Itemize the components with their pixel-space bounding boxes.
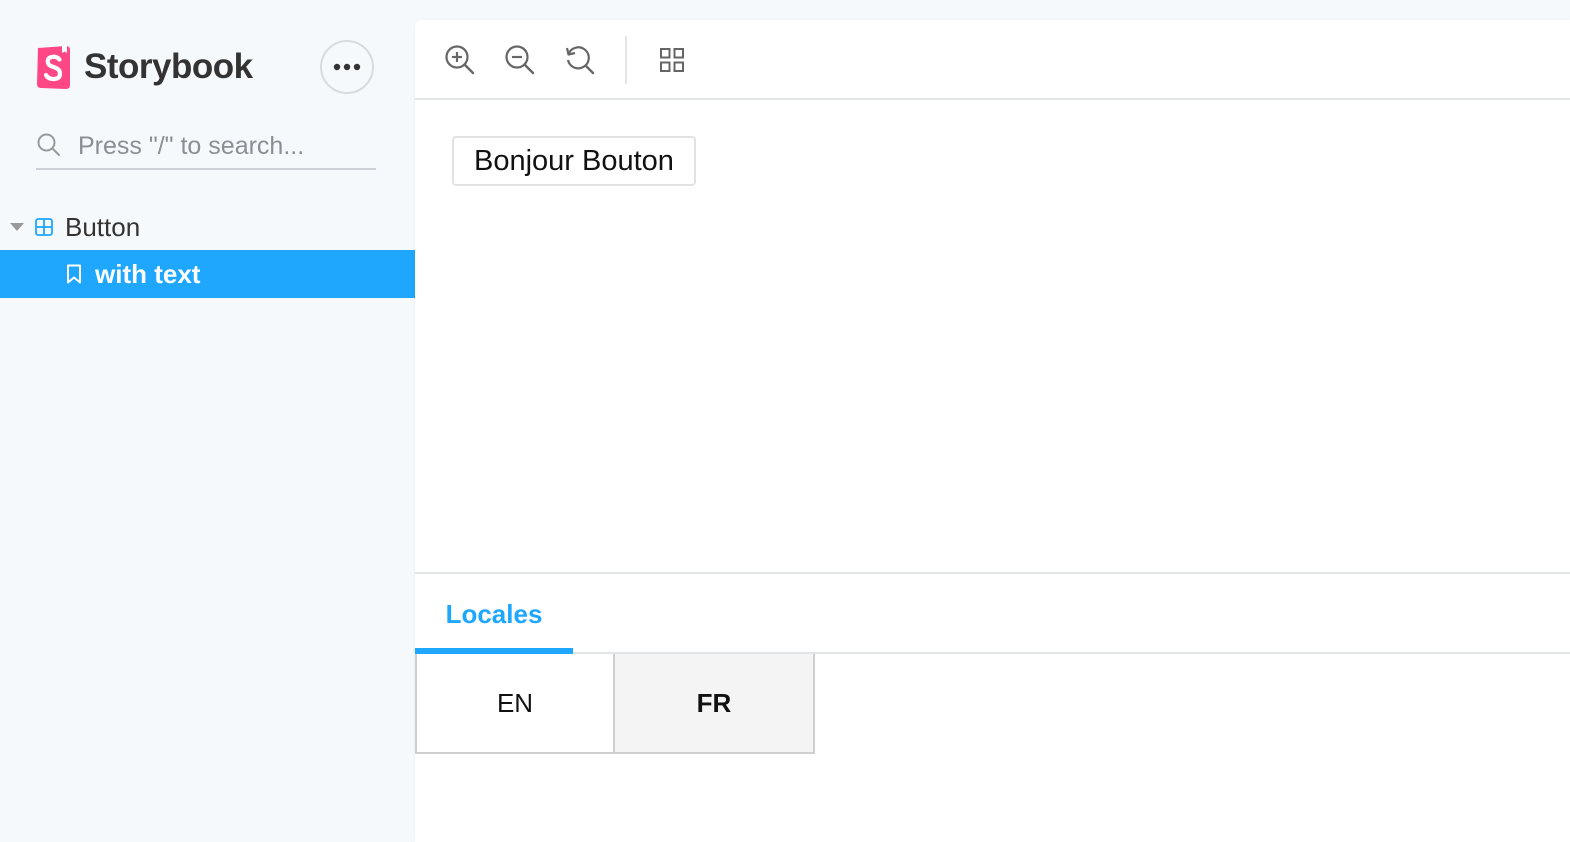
addons-panel: Locales EN FR: [415, 572, 1570, 842]
locale-list: EN FR: [415, 654, 815, 754]
search-box: [36, 120, 376, 170]
zoom-out-icon: [505, 45, 535, 75]
addons-tabbar: Locales: [415, 574, 1570, 654]
zoom-reset-button[interactable]: [560, 40, 600, 80]
tab-locales[interactable]: Locales: [415, 574, 573, 654]
bookmark-icon: [67, 264, 81, 284]
storybook-logo-icon: [37, 46, 70, 89]
sidebar-menu-button[interactable]: [320, 40, 374, 94]
tree-component-label: Button: [65, 212, 141, 242]
component-icon: [35, 218, 53, 236]
tree-story-label: with text: [95, 259, 201, 289]
locale-button-fr[interactable]: FR: [615, 654, 815, 754]
search-icon: [37, 133, 60, 156]
ellipsis-icon: [333, 63, 361, 71]
tree-component-button[interactable]: Button: [0, 204, 415, 250]
sidebar: Storybook Button with text: [0, 0, 415, 840]
locale-button-en[interactable]: EN: [415, 654, 615, 754]
main-panel: Bonjour Bouton Locales EN FR: [415, 20, 1570, 842]
search-input[interactable]: [76, 126, 370, 166]
zoom-out-button[interactable]: [500, 40, 540, 80]
grid-icon: [660, 48, 684, 72]
brand-name: Storybook: [84, 47, 253, 86]
zoom-in-icon: [445, 45, 475, 75]
toolbar: [415, 20, 1570, 100]
zoom-reset-icon: [565, 46, 595, 75]
demo-button[interactable]: Bonjour Bouton: [452, 136, 696, 186]
tree-story-with-text[interactable]: with text: [0, 250, 415, 298]
zoom-in-button[interactable]: [440, 40, 480, 80]
toolbar-separator: [625, 36, 627, 84]
brand[interactable]: Storybook: [36, 44, 253, 90]
grid-toggle-button[interactable]: [652, 40, 692, 80]
caret-down-icon[interactable]: [10, 223, 24, 231]
story-preview: Bonjour Bouton: [415, 100, 1570, 572]
